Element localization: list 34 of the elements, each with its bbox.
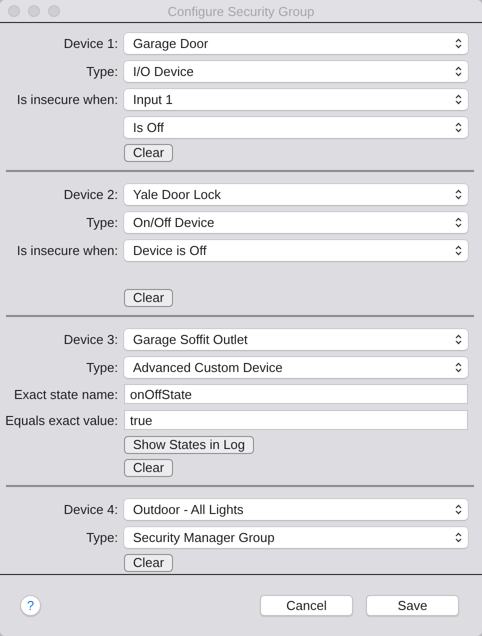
- dropdown[interactable]: Outdoor - All Lights: [124, 498, 468, 520]
- dropdown[interactable]: On/Off Device: [124, 212, 468, 232]
- push-button[interactable]: Clear: [124, 458, 174, 476]
- window-title: Configure Security Group: [168, 4, 314, 18]
- text-field[interactable]: true: [124, 410, 468, 430]
- push-button[interactable]: Show States in Log: [124, 436, 254, 454]
- field-label: Device 2:: [64, 186, 118, 202]
- field-label: Type:: [86, 214, 118, 230]
- field-label: Exact state name:: [14, 386, 118, 402]
- dropdown[interactable]: Advanced Custom Device: [124, 356, 468, 378]
- dropdown[interactable]: Is Off: [124, 116, 468, 138]
- dropdown[interactable]: Security Manager Group: [124, 526, 468, 548]
- text-field[interactable]: onOffState: [124, 384, 468, 404]
- push-button[interactable]: Clear: [124, 554, 174, 572]
- field-label: Device 1:: [64, 36, 118, 50]
- field-label: Type:: [86, 530, 118, 544]
- dropdown[interactable]: Yale Door Lock: [124, 184, 468, 204]
- dialog-button[interactable]: Save: [366, 595, 459, 616]
- dropdown[interactable]: Garage Soffit Outlet: [124, 328, 468, 350]
- dialog-button[interactable]: Cancel: [260, 595, 353, 616]
- dropdown[interactable]: Garage Door: [124, 32, 468, 54]
- push-button[interactable]: Clear: [124, 288, 174, 306]
- field-label: Type:: [86, 360, 118, 374]
- dropdown[interactable]: I/O Device: [124, 60, 468, 82]
- help-button[interactable]: ?: [20, 595, 41, 616]
- field-label: Is insecure when:: [16, 92, 118, 106]
- dropdown[interactable]: Device is Off: [124, 240, 468, 260]
- dropdown[interactable]: Input 1: [124, 88, 468, 110]
- field-label: Device 3:: [64, 332, 118, 346]
- field-label: Device 4:: [64, 502, 118, 516]
- field-label: Is insecure when:: [16, 242, 118, 258]
- field-label: Equals exact value:: [5, 412, 118, 428]
- field-label: Type:: [86, 64, 118, 78]
- push-button[interactable]: Clear: [124, 144, 174, 162]
